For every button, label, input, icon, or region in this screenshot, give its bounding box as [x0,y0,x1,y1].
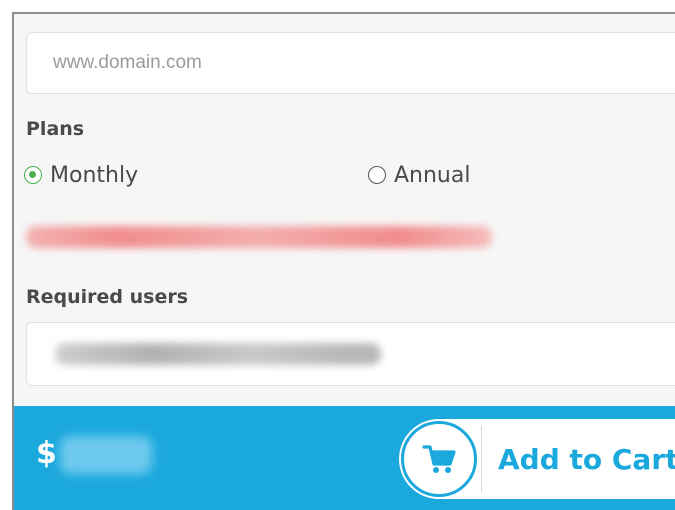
redacted-select-value [55,343,381,365]
button-divider [481,426,482,492]
plan-option-annual[interactable]: Annual [368,160,470,190]
required-users-label: Required users [26,286,189,308]
redacted-plan-note [26,226,492,248]
required-users-select[interactable] [26,322,675,386]
add-to-cart-label: Add to Cart [498,442,675,476]
cart-bar: $ Add to Cart [14,406,675,510]
order-panel: Plans Monthly Annual Required users $ Ad… [12,12,675,510]
plan-option-label: Annual [394,162,471,188]
radio-checked-icon[interactable] [24,166,42,184]
price-currency-symbol: $ [36,436,57,471]
shopping-cart-icon [422,445,456,473]
cart-icon-badge[interactable] [401,421,477,497]
redacted-price [60,436,152,474]
add-to-cart-button[interactable]: Add to Cart [399,419,675,499]
radio-unchecked-icon[interactable] [368,166,386,184]
domain-input[interactable] [26,32,675,94]
plans-label: Plans [26,118,85,140]
plan-option-label: Monthly [50,162,139,188]
plan-option-monthly[interactable]: Monthly [24,160,138,190]
